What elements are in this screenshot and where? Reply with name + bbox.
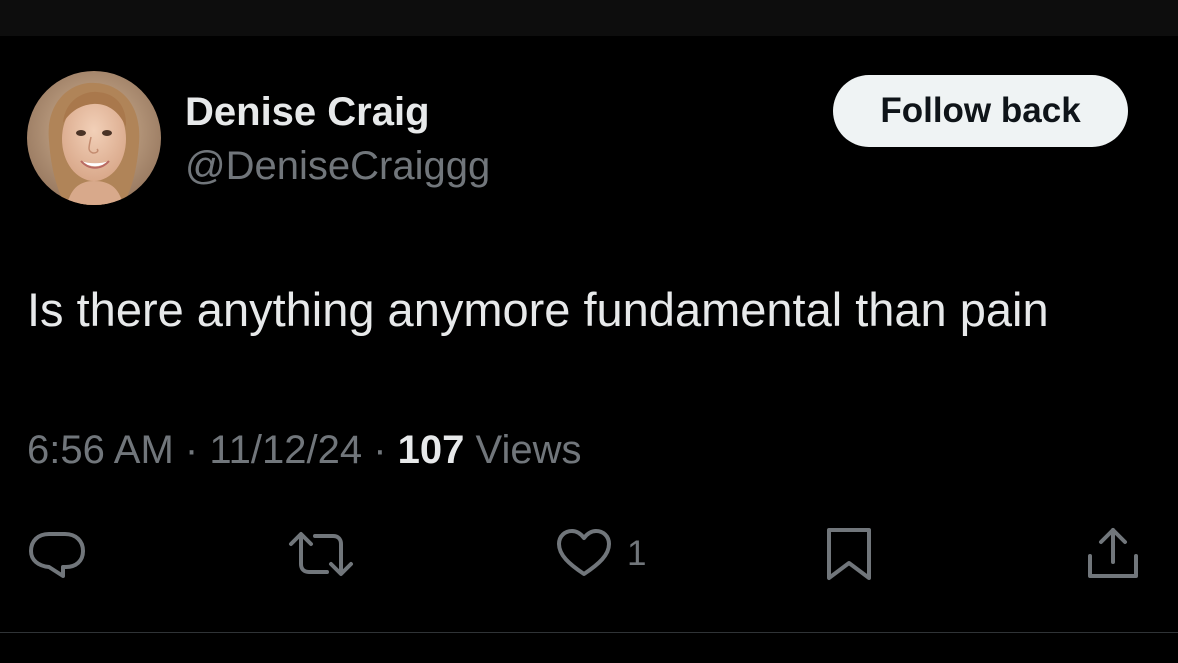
follow-back-button[interactable]: Follow back: [833, 75, 1128, 147]
reply-button[interactable]: [27, 526, 87, 582]
views-count: 107: [397, 428, 465, 472]
author-name[interactable]: Denise Craig: [185, 90, 430, 135]
share-upload-icon: [1088, 528, 1138, 578]
retweet-arrows-icon: [289, 532, 353, 576]
views-label: Views: [475, 428, 582, 472]
bottom-area: [0, 633, 1178, 663]
avatar[interactable]: [27, 71, 161, 205]
retweet-button[interactable]: [287, 526, 355, 582]
bookmark-button[interactable]: [823, 526, 875, 582]
tweet-time[interactable]: 6:56 AM: [27, 428, 174, 472]
meta-separator: ·: [184, 428, 199, 472]
top-status-bar: [0, 0, 1178, 36]
share-button[interactable]: [1084, 526, 1142, 582]
author-handle[interactable]: @DeniseCraiggg: [185, 144, 490, 189]
avatar-image: [27, 71, 161, 205]
tweet-metadata: 6:56 AM · 11/12/24 · 107 Views: [27, 428, 582, 473]
speech-bubble-icon: [29, 532, 85, 578]
meta-separator: ·: [373, 428, 387, 472]
like-button[interactable]: 1: [555, 526, 646, 582]
heart-outline-icon: [557, 529, 611, 576]
like-count: 1: [627, 534, 647, 573]
tweet-text: Is there anything anymore fundamental th…: [27, 283, 1049, 336]
tweet-card: Denise Craig @DeniseCraiggg Follow back …: [0, 36, 1178, 632]
tweet-date[interactable]: 11/12/24: [209, 428, 362, 472]
bookmark-icon: [827, 528, 871, 580]
